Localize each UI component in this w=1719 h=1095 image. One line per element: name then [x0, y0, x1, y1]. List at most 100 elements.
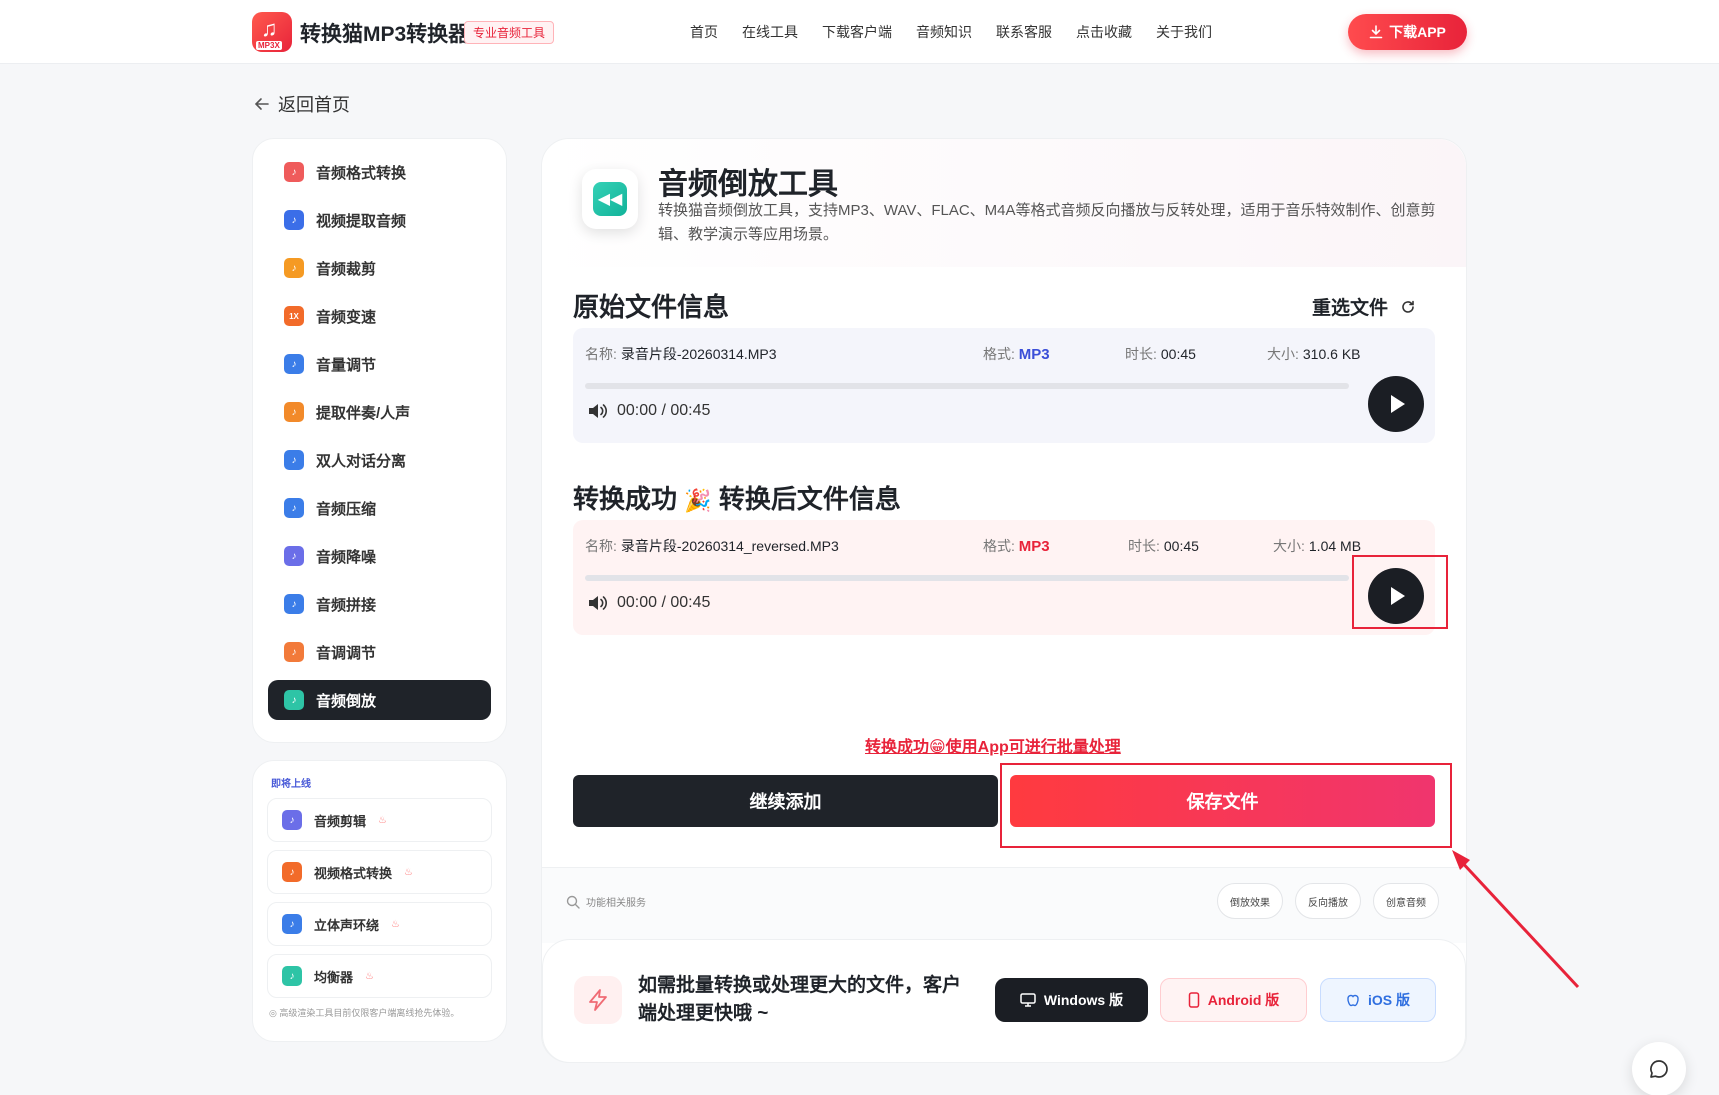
back-home-link[interactable]: 返回首页 — [254, 91, 350, 117]
reverse-tool-icon: ◀◀ — [582, 169, 638, 229]
converted-time-label: 00:00 / 00:45 — [617, 594, 711, 611]
original-format: 格式: MP3 — [983, 346, 1050, 363]
sidebar-item-1[interactable]: ♪ 视频提取音频 — [268, 200, 491, 240]
converted-file-card: 名称: 录音片段-20260314_reversed.MP3 格式: MP3 时长… — [573, 520, 1435, 635]
reselect-file-button[interactable]: 重选文件 — [1312, 293, 1416, 320]
converted-time: 00:00 / 00:45 — [587, 594, 710, 612]
sidebar-item-5[interactable]: ♪ 提取伴奏/人声 — [268, 392, 491, 432]
ios-download-button[interactable]: iOS 版 — [1320, 978, 1436, 1022]
sidebar-item-0[interactable]: ♪ 音频格式转换 — [268, 152, 491, 192]
sidebar-item-9[interactable]: ♪ 音频拼接 — [268, 584, 491, 624]
sidebar-item-4[interactable]: ♪ 音量调节 — [268, 344, 491, 384]
tool-icon: ♪ — [284, 162, 304, 182]
sidebar-item-2[interactable]: ♪ 音频裁剪 — [268, 248, 491, 288]
nav-bookmark[interactable]: 点击收藏 — [1076, 22, 1132, 42]
sidebar-item-11[interactable]: ♪ 音频倒放 — [268, 680, 491, 720]
original-play-button[interactable] — [1368, 376, 1424, 432]
original-file-card: 名称: 录音片段-20260314.MP3 格式: MP3 时长: 00:45 大小… — [573, 328, 1435, 443]
coming-soon-note: ◎ 高级渲染工具目前仅限客户端离线抢先体验。 — [269, 1008, 460, 1018]
sidebar-item-6[interactable]: ♪ 双人对话分离 — [268, 440, 491, 480]
batch-app-link[interactable]: 转换成功😁使用App可进行批量处理 — [865, 733, 1121, 757]
volume-icon[interactable] — [587, 594, 607, 612]
tool-icon: ♪ — [284, 546, 304, 566]
converted-section-title: 转换成功 🎉 转换后文件信息 — [573, 484, 901, 514]
sidebar-item-label: 音频变速 — [316, 308, 377, 326]
top-header: ♫ MP3X 转换猫MP3转换器 专业音频工具 首页 在线工具 下载客户端 音频… — [0, 0, 1719, 64]
hot-icon: ♨ — [378, 814, 387, 826]
nav-online-tools[interactable]: 在线工具 — [742, 22, 798, 42]
chat-support-button[interactable] — [1632, 1042, 1686, 1095]
app-logo[interactable]: ♫ MP3X — [252, 12, 292, 52]
original-size: 大小: 310.6 KB — [1267, 346, 1361, 362]
coming-soon-label: 视频格式转换 — [314, 865, 393, 881]
windows-download-button[interactable]: Windows 版 — [995, 978, 1148, 1022]
sidebar-item-7[interactable]: ♪ 音频压缩 — [268, 488, 491, 528]
tool-icon: ♪ — [284, 354, 304, 374]
tool-title: 音频倒放工具 — [658, 168, 838, 201]
monitor-icon — [1020, 993, 1036, 1007]
original-section-title: 原始文件信息 — [573, 292, 730, 322]
tool-icon: ♪ — [284, 210, 304, 230]
party-icon: 🎉 — [684, 488, 712, 513]
related-services-bar: 功能相关服务 倒放效果 反向播放 创意音频 — [542, 867, 1466, 943]
nav-home[interactable]: 首页 — [690, 22, 718, 42]
annotation-arrow — [1452, 850, 1580, 989]
volume-icon[interactable] — [587, 402, 607, 420]
refresh-icon — [1402, 300, 1414, 313]
chip-creative-audio[interactable]: 创意音频 — [1373, 883, 1439, 919]
hot-icon: ♨ — [391, 918, 400, 930]
original-time: 00:00 / 00:45 — [587, 402, 710, 420]
coming-soon-item-1[interactable]: ♪ 视频格式转换 ♨ — [267, 850, 492, 894]
nav-audio-knowledge[interactable]: 音频知识 — [916, 22, 972, 42]
download-app-button[interactable]: 下载APP — [1348, 14, 1467, 50]
android-download-button[interactable]: Android 版 — [1160, 978, 1307, 1022]
play-icon — [1391, 395, 1405, 413]
tool-icon: ♪ — [282, 810, 302, 830]
coming-soon-label: 均衡器 — [314, 969, 354, 985]
sidebar-item-label: 音频格式转换 — [316, 164, 407, 182]
download-app-label: 下载APP — [1389, 24, 1446, 40]
promo-text: 如需批量转换或处理更大的文件，客户端处理更快哦 ~ — [638, 975, 962, 1024]
sidebar-item-label: 提取伴奏/人声 — [316, 404, 411, 422]
sidebar-item-label: 音调调节 — [316, 644, 377, 662]
chip-reverse-effect[interactable]: 倒放效果 — [1217, 883, 1283, 919]
coming-soon-item-3[interactable]: ♪ 均衡器 ♨ — [267, 954, 492, 998]
tool-icon: ♪ — [284, 594, 304, 614]
tool-icon: ♪ — [282, 862, 302, 882]
converted-progress-bar[interactable] — [585, 575, 1349, 581]
download-icon — [1369, 25, 1383, 39]
continue-add-button[interactable]: 继续添加 — [573, 775, 998, 827]
tool-icon: ♪ — [284, 258, 304, 278]
main-nav: 首页 在线工具 下载客户端 音频知识 联系客服 点击收藏 关于我们 — [690, 22, 1212, 42]
tool-sidebar: ♪ 音频格式转换 ♪ 视频提取音频 ♪ 音频裁剪 1X 音频变速 ♪ 音量调节 ♪ 提取伴奏/人声 ♪ 双… — [252, 138, 507, 743]
back-home-label: 返回首页 — [278, 95, 350, 115]
sidebar-item-10[interactable]: ♪ 音调调节 — [268, 632, 491, 672]
tool-icon: ♪ — [282, 914, 302, 934]
converted-format: 格式: MP3 — [983, 538, 1050, 555]
search-icon — [566, 895, 580, 909]
sidebar-item-label: 音频倒放 — [316, 692, 377, 710]
chat-icon — [1650, 1060, 1668, 1078]
sidebar-item-label: 音频裁剪 — [316, 260, 377, 278]
highlight-box-save — [1000, 763, 1452, 848]
converted-duration: 时长: 00:45 — [1128, 538, 1199, 554]
coming-soon-label: 音频剪辑 — [314, 813, 367, 829]
nav-about[interactable]: 关于我们 — [1156, 22, 1212, 42]
nav-download-client[interactable]: 下载客户端 — [822, 22, 892, 42]
hot-icon: ♨ — [365, 970, 374, 982]
sidebar-item-3[interactable]: 1X 音频变速 — [268, 296, 491, 336]
original-name: 名称: 录音片段-20260314.MP3 — [585, 346, 777, 362]
tool-description: 转换猫音频倒放工具，支持MP3、WAV、FLAC、M4A等格式音频反向播放与反转… — [658, 202, 1436, 243]
brand-name[interactable]: 转换猫MP3转换器 — [300, 18, 469, 48]
tool-icon: 1X — [284, 306, 304, 326]
coming-soon-item-2[interactable]: ♪ 立体声环绕 ♨ — [267, 902, 492, 946]
nav-contact[interactable]: 联系客服 — [996, 22, 1052, 42]
logo-badge: MP3X — [256, 41, 282, 50]
sidebar-item-8[interactable]: ♪ 音频降噪 — [268, 536, 491, 576]
chip-reverse-play[interactable]: 反向播放 — [1295, 883, 1361, 919]
coming-soon-item-0[interactable]: ♪ 音频剪辑 ♨ — [267, 798, 492, 842]
sidebar-item-label: 双人对话分离 — [316, 452, 407, 470]
sidebar-item-label: 视频提取音频 — [316, 212, 407, 230]
original-progress-bar[interactable] — [585, 383, 1349, 389]
arrow-left-icon — [254, 98, 269, 110]
